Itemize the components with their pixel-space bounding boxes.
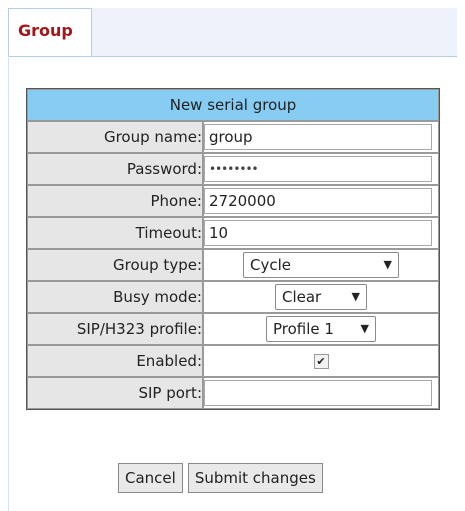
group-type-select[interactable]: Cycle ▼ [243, 252, 399, 278]
profile-select[interactable]: Profile 1 ▼ [266, 316, 376, 342]
enabled-label: Enabled: [27, 345, 203, 377]
profile-value: Profile 1 [273, 320, 334, 338]
phone-input[interactable]: 2720000 [204, 188, 432, 214]
tab-bar: Group [8, 8, 457, 57]
sip-port-input[interactable] [204, 380, 432, 406]
checkmark-icon: ✔ [316, 355, 326, 368]
dropdown-arrow-icon: ▼ [383, 258, 392, 271]
busy-mode-value: Clear [282, 288, 322, 306]
password-input[interactable]: •••••••• [204, 156, 432, 182]
password-label: Password: [27, 153, 203, 185]
timeout-label: Timeout: [27, 217, 203, 249]
group-type-label: Group type: [27, 249, 203, 281]
cancel-button[interactable]: Cancel [118, 463, 183, 493]
profile-label: SIP/H323 profile: [27, 313, 203, 345]
enabled-checkbox[interactable]: ✔ [313, 354, 329, 369]
busy-mode-select[interactable]: Clear ▼ [275, 284, 367, 310]
form-title: New serial group [27, 89, 439, 121]
dropdown-arrow-icon: ▼ [360, 322, 369, 335]
content-border [8, 56, 9, 511]
busy-mode-label: Busy mode: [27, 281, 203, 313]
tab-group-label: Group [18, 21, 73, 40]
sip-port-label: SIP port: [27, 377, 203, 409]
dropdown-arrow-icon: ▼ [351, 290, 360, 303]
timeout-input[interactable]: 10 [204, 220, 432, 246]
group-type-value: Cycle [250, 256, 291, 274]
submit-changes-button[interactable]: Submit changes [187, 463, 323, 493]
tab-group[interactable]: Group [8, 8, 92, 56]
form-actions: Cancel Submit changes [118, 463, 328, 493]
group-name-input[interactable]: group [204, 124, 432, 150]
phone-label: Phone: [27, 185, 203, 217]
group-name-label: Group name: [27, 121, 203, 153]
group-form: New serial group Group name: group Passw… [26, 88, 440, 410]
